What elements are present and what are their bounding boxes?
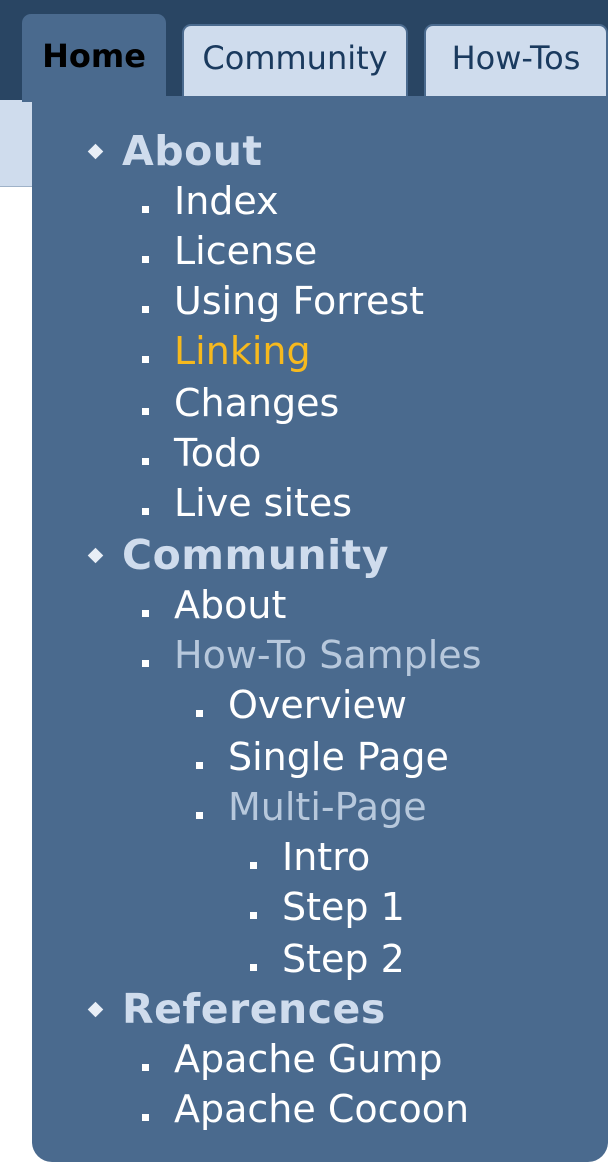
square-bullet-icon — [142, 408, 149, 415]
square-bullet-icon — [142, 356, 149, 363]
square-bullet-icon — [196, 762, 203, 769]
diamond-bullet-icon — [87, 143, 104, 160]
square-bullet-icon — [142, 508, 149, 515]
square-bullet-icon — [196, 812, 203, 819]
square-bullet-icon — [142, 1064, 149, 1071]
square-bullet-icon — [142, 256, 149, 263]
square-bullet-icon — [142, 610, 149, 617]
diamond-bullet-icon — [87, 1001, 104, 1018]
navigation-menu: About Index License Using Forrest Linkin… — [32, 96, 608, 1162]
diamond-bullet-icon — [87, 547, 104, 564]
tab-home[interactable]: Home — [22, 14, 166, 102]
navigation-menu-panel: About Index License Using Forrest Linkin… — [32, 96, 608, 1162]
square-bullet-icon — [142, 458, 149, 465]
square-bullet-icon — [250, 964, 257, 971]
square-bullet-icon — [142, 306, 149, 313]
square-bullet-icon — [250, 862, 257, 869]
square-bullet-icon — [250, 912, 257, 919]
square-bullet-icon — [142, 206, 149, 213]
square-bullet-icon — [196, 710, 203, 717]
tab-how-tos[interactable]: How-Tos — [424, 24, 608, 100]
square-bullet-icon — [142, 660, 149, 667]
tab-community[interactable]: Community — [182, 24, 408, 100]
square-bullet-icon — [142, 1114, 149, 1121]
